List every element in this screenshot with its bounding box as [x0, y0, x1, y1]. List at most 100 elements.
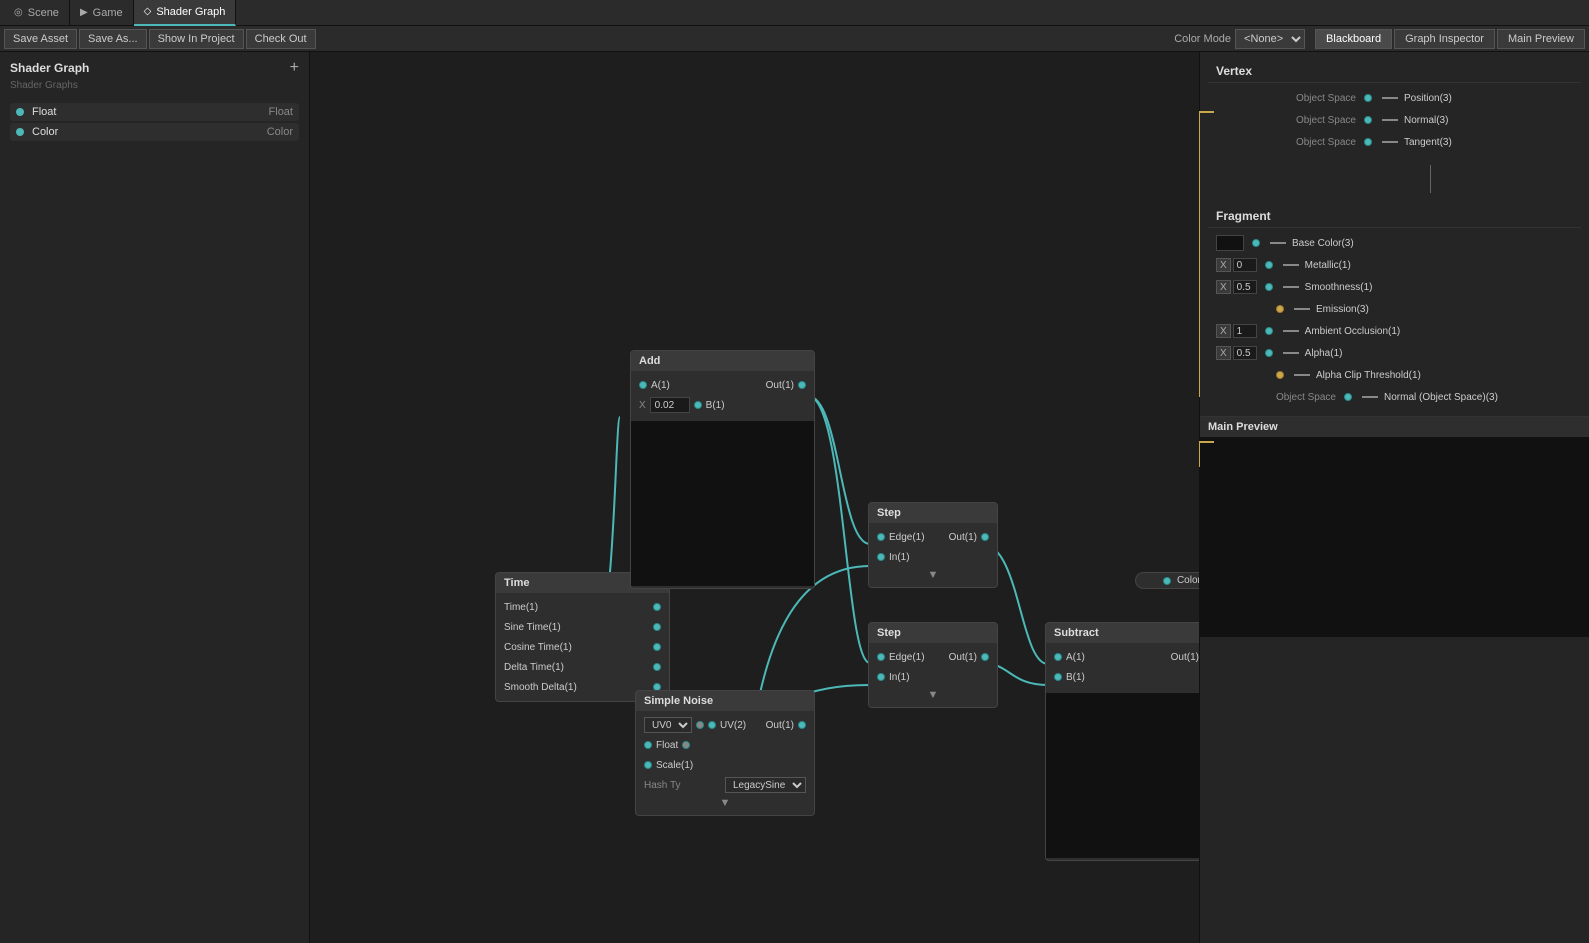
sine-time-out-port[interactable]: [653, 623, 661, 631]
noise-expand-button[interactable]: ▼: [636, 795, 814, 811]
node-subtract[interactable]: Subtract A(1) Out(1) B(1): [1045, 622, 1199, 861]
fragment-metallic-row: X 0 Metallic(1): [1208, 254, 1581, 276]
step2-out-port[interactable]: [981, 653, 989, 661]
vertex-fragment-connector: [1200, 165, 1589, 193]
fragment-base-color-name: Base Color(3): [1292, 238, 1354, 249]
step1-out-port[interactable]: [981, 533, 989, 541]
property-color[interactable]: Color Color: [10, 123, 299, 141]
alpha-x-value: 0.5: [1233, 346, 1257, 360]
uv-select[interactable]: UV0: [644, 717, 692, 733]
node-step2-header: Step: [869, 623, 997, 643]
fragment-alpha-name: Alpha(1): [1305, 348, 1343, 359]
vertex-tangent-row: Object Space Tangent(3): [1208, 131, 1581, 153]
node-step2[interactable]: Step Edge(1) Out(1) In(1): [868, 622, 998, 708]
blackboard-tab-button[interactable]: Blackboard: [1315, 29, 1392, 49]
node-time-row-3: Delta Time(1): [496, 657, 669, 677]
property-float[interactable]: Float Float: [10, 103, 299, 121]
noise-uv-toggle[interactable]: [696, 721, 704, 729]
main-preview-tab-button[interactable]: Main Preview: [1497, 29, 1585, 49]
vertex-normal-space-label: Object Space: [1296, 115, 1356, 126]
fragment-emission-port[interactable]: [1276, 305, 1284, 313]
cosine-time-out-port[interactable]: [653, 643, 661, 651]
tab-bar: ◎ Scene ▶ Game ◇ Shader Graph: [0, 0, 1589, 26]
node-time[interactable]: Time Time(1) Sine Time(1) Cosine Time(1)…: [495, 572, 670, 702]
fragment-metallic-port[interactable]: [1265, 261, 1273, 269]
save-asset-button[interactable]: Save Asset: [4, 29, 77, 49]
add-b-value-input[interactable]: [650, 397, 690, 413]
node-add-header: Add: [631, 351, 814, 371]
node-step1[interactable]: Step Edge(1) Out(1) In(1): [868, 502, 998, 588]
hash-type-select[interactable]: LegacySine: [725, 777, 806, 793]
node-noise-uv-row: UV0 UV(2) Out(1): [636, 715, 814, 735]
time-out-port[interactable]: [653, 603, 661, 611]
step2-expand-button[interactable]: ▼: [869, 687, 997, 703]
noise-float-port[interactable]: [644, 741, 652, 749]
node-simple-noise-header: Simple Noise: [636, 691, 814, 711]
vertex-section: Vertex Object Space Position(3) Object S…: [1200, 52, 1589, 161]
vertex-title: Vertex: [1208, 60, 1581, 83]
fragment-alpha-clip-port[interactable]: [1276, 371, 1284, 379]
node-add[interactable]: Add A(1) Out(1) X: [630, 350, 815, 589]
tab-shader-graph[interactable]: ◇ Shader Graph: [134, 0, 237, 26]
fragment-alpha-port[interactable]: [1265, 349, 1273, 357]
fragment-base-color-port[interactable]: [1252, 239, 1260, 247]
delta-time-out-port[interactable]: [653, 663, 661, 671]
node-step1-body: Edge(1) Out(1) In(1) ▼: [869, 523, 997, 587]
fragment-section: Fragment Base Color(3) X 0 Metallic(1): [1200, 197, 1589, 416]
noise-uv-port[interactable]: [708, 721, 716, 729]
node-simple-noise[interactable]: Simple Noise UV0 UV(2) Out(1): [635, 690, 815, 816]
color-mode-select[interactable]: <None>: [1235, 29, 1305, 49]
vertex-position-port[interactable]: [1364, 94, 1372, 102]
sidebar-title: Shader Graph: [10, 61, 89, 75]
step1-edge-port[interactable]: [877, 533, 885, 541]
vertex-normal-row: Object Space Normal(3): [1208, 109, 1581, 131]
check-out-button[interactable]: Check Out: [246, 29, 316, 49]
add-b-in-port[interactable]: [694, 401, 702, 409]
step2-in-port[interactable]: [877, 673, 885, 681]
base-color-swatch[interactable]: [1216, 235, 1244, 251]
add-out-port[interactable]: [798, 381, 806, 389]
node-color[interactable]: Color(4): [1135, 572, 1199, 589]
add-property-button[interactable]: +: [290, 60, 299, 76]
node-subtract-a-row: A(1) Out(1): [1046, 647, 1199, 667]
ao-x-value: 1: [1233, 324, 1257, 338]
step1-expand-button[interactable]: ▼: [869, 567, 997, 583]
node-subtract-header: Subtract: [1046, 623, 1199, 643]
fragment-ao-port[interactable]: [1265, 327, 1273, 335]
color-node-port[interactable]: [1163, 577, 1171, 585]
node-subtract-body: A(1) Out(1) B(1): [1046, 643, 1199, 691]
vertex-tangent-space-label: Object Space: [1296, 137, 1356, 148]
subtract-b-port[interactable]: [1054, 673, 1062, 681]
sidebar: Shader Graph + Shader Graphs Float Float…: [0, 52, 310, 943]
tab-game[interactable]: ▶ Game: [70, 0, 134, 26]
fragment-ao-row: X 1 Ambient Occlusion(1): [1208, 320, 1581, 342]
step2-edge-port[interactable]: [877, 653, 885, 661]
noise-float-toggle[interactable]: [682, 741, 690, 749]
node-step2-in-row: In(1): [869, 667, 997, 687]
fragment-title: Fragment: [1208, 205, 1581, 228]
fragment-alpha-clip-row: Alpha Clip Threshold(1): [1208, 364, 1581, 386]
fragment-ao-name: Ambient Occlusion(1): [1305, 326, 1401, 337]
add-a-in-port[interactable]: [639, 381, 647, 389]
main-preview-title: Main Preview: [1200, 417, 1589, 437]
show-in-project-button[interactable]: Show In Project: [149, 29, 244, 49]
tab-scene[interactable]: ◎ Scene: [4, 0, 70, 26]
vertex-normal-port[interactable]: [1364, 116, 1372, 124]
save-as-button[interactable]: Save As...: [79, 29, 147, 49]
noise-scale-port[interactable]: [644, 761, 652, 769]
fragment-emission-name: Emission(3): [1316, 304, 1369, 315]
node-add-body: A(1) Out(1) X B(1): [631, 371, 814, 419]
fragment-smoothness-port[interactable]: [1265, 283, 1273, 291]
fragment-normal-port[interactable]: [1344, 393, 1352, 401]
node-step1-header: Step: [869, 503, 997, 523]
noise-out-port[interactable]: [798, 721, 806, 729]
step1-in-port[interactable]: [877, 553, 885, 561]
graph-inspector-tab-button[interactable]: Graph Inspector: [1394, 29, 1495, 49]
main-layout: Shader Graph + Shader Graphs Float Float…: [0, 52, 1589, 943]
subtract-a-port[interactable]: [1054, 653, 1062, 661]
vertex-tangent-port[interactable]: [1364, 138, 1372, 146]
vertex-normal-name: Normal(3): [1404, 115, 1448, 126]
node-noise-hash-row: Hash Ty LegacySine: [636, 775, 814, 795]
node-step2-body: Edge(1) Out(1) In(1) ▼: [869, 643, 997, 707]
canvas-area[interactable]: Time Time(1) Sine Time(1) Cosine Time(1)…: [310, 52, 1199, 943]
